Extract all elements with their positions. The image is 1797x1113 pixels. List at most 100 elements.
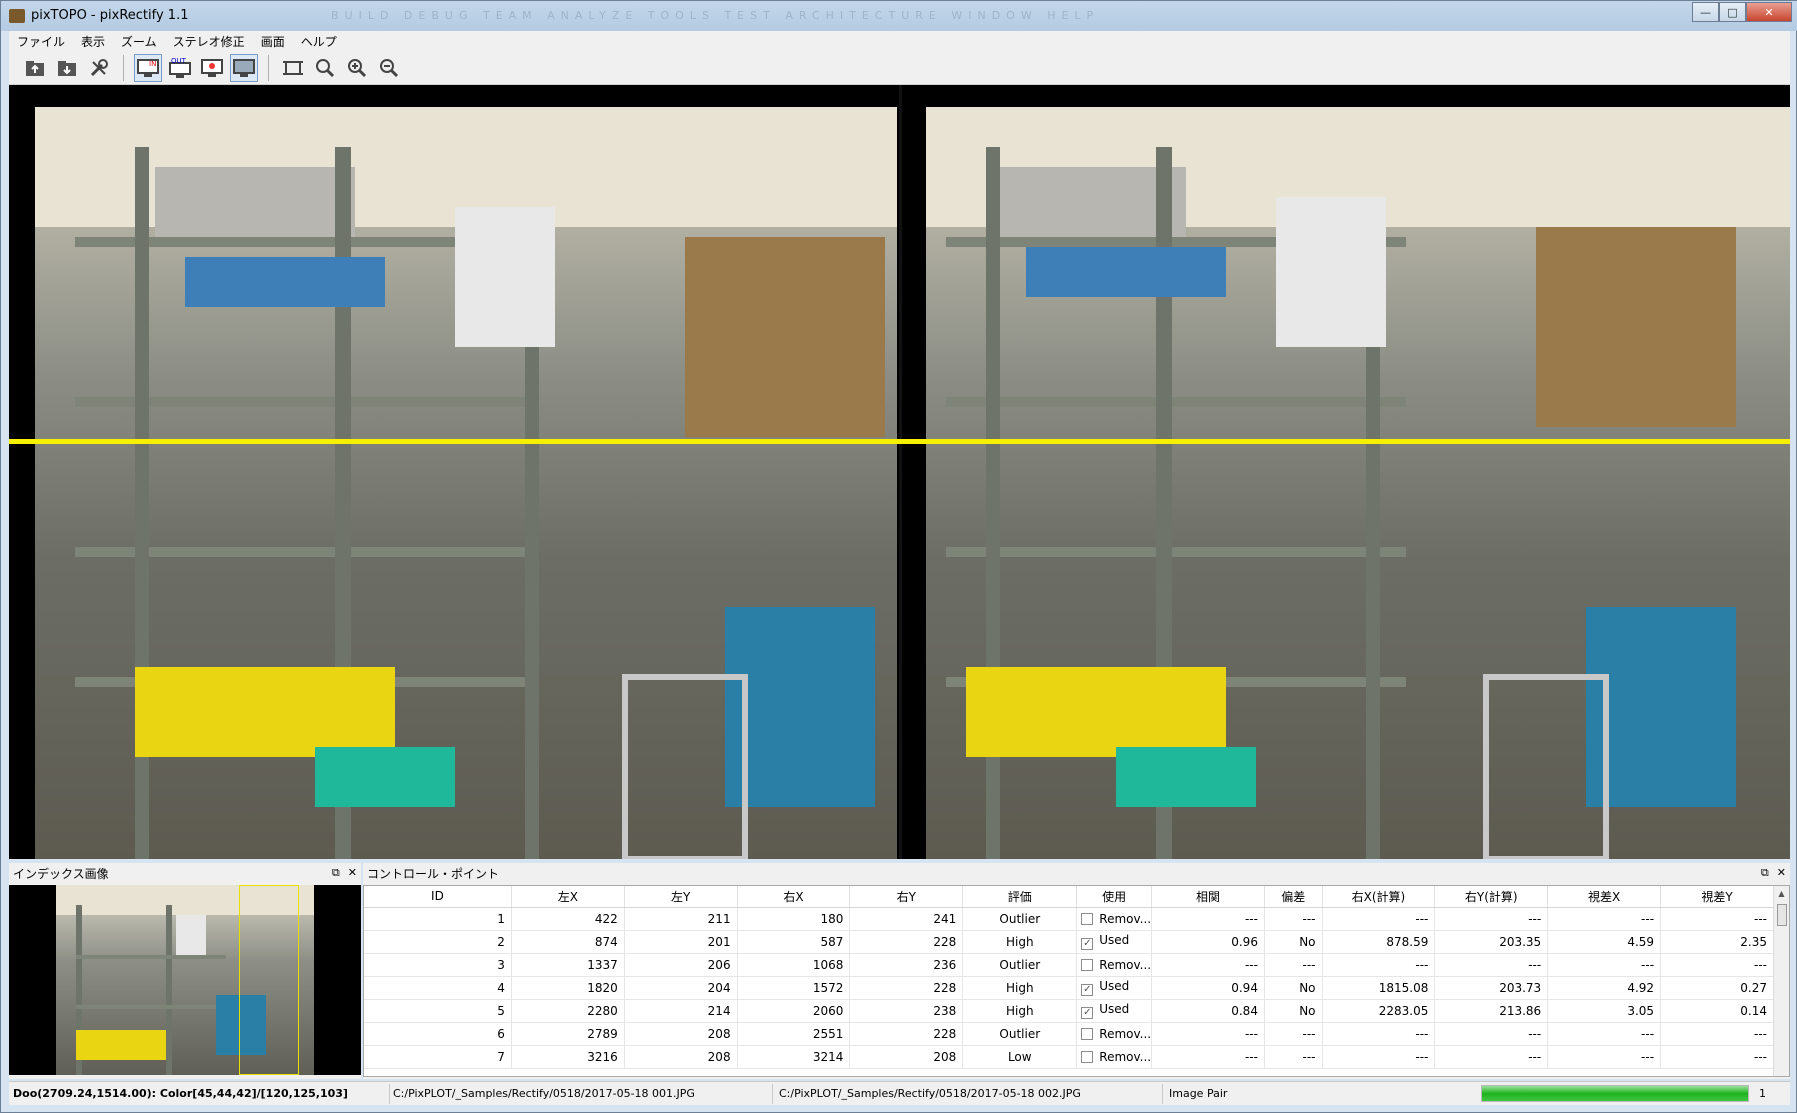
tools-icon[interactable]: [85, 54, 113, 82]
menu-file[interactable]: ファイル: [9, 33, 73, 50]
col-id[interactable]: ID: [364, 886, 512, 908]
float-panel-icon[interactable]: ⧉: [332, 866, 340, 880]
cell-px: ---: [1547, 907, 1662, 931]
cell-rating: High: [962, 976, 1078, 1000]
app-window: pixTOPO - pixRectify 1.1 BUILD DEBUG TEA…: [0, 0, 1797, 1113]
cell-py: ---: [1660, 953, 1774, 977]
col-left-x[interactable]: 左X: [511, 886, 625, 908]
menu-zoom[interactable]: ズーム: [113, 33, 165, 50]
col-deviation[interactable]: 偏差: [1264, 886, 1323, 908]
table-row[interactable]: 7 3216 208 3214 208 Low Remov... --- --- --- --- --…: [364, 1045, 1774, 1069]
use-checkbox[interactable]: ✓: [1081, 938, 1094, 950]
cell-py: ---: [1660, 1022, 1774, 1046]
input-view-icon[interactable]: IN: [134, 53, 162, 82]
cell-py: 0.14: [1660, 999, 1774, 1023]
use-checkbox[interactable]: ✓: [1081, 1007, 1094, 1019]
cell-dev: No: [1264, 930, 1323, 954]
table-row[interactable]: 3 1337 206 1068 236 Outlier Remov... --- --- --- -…: [364, 953, 1774, 977]
menu-help[interactable]: ヘルプ: [293, 33, 345, 50]
cell-rating: Outlier: [962, 1022, 1078, 1046]
col-right-x-calc[interactable]: 右X(計算): [1322, 886, 1436, 908]
col-correlation[interactable]: 相関: [1151, 886, 1265, 908]
left-image[interactable]: [35, 107, 897, 859]
col-parallax-x[interactable]: 視差X: [1547, 886, 1662, 908]
table-row[interactable]: 2 874 201 587 228 High ✓ Used 0.96 No 878.59 203.35…: [364, 930, 1774, 954]
scroll-thumb[interactable]: [1777, 904, 1787, 926]
cell-lx: 422: [511, 907, 625, 931]
menu-stereo-rectify[interactable]: ステレオ修正: [165, 33, 253, 50]
cell-rx: 587: [737, 930, 851, 954]
status-coords: Doo(2709.24,1514.00): Color[45,44,42]/[1…: [13, 1087, 348, 1100]
monitor-icon[interactable]: [230, 53, 258, 82]
close-panel-icon[interactable]: ✕: [348, 866, 357, 880]
index-thumbnail-area[interactable]: [9, 885, 361, 1075]
col-use[interactable]: 使用: [1076, 886, 1153, 908]
menu-screen[interactable]: 画面: [253, 33, 293, 50]
cell-ryc: 203.35: [1434, 930, 1549, 954]
float-panel-icon[interactable]: ⧉: [1761, 866, 1769, 880]
status-page: 1: [1759, 1087, 1766, 1100]
table-row[interactable]: 5 2280 214 2060 238 High ✓ Used 0.84 No 2283.05 213…: [364, 999, 1774, 1023]
zoom-out-icon[interactable]: [375, 54, 403, 82]
cell-ly: 208: [624, 1045, 738, 1069]
menu-view[interactable]: 表示: [73, 33, 113, 50]
minimize-button[interactable]: —: [1692, 2, 1719, 22]
use-checkbox[interactable]: [1081, 912, 1094, 925]
cell-ly: 201: [624, 930, 738, 954]
epipolar-line[interactable]: [9, 439, 1790, 444]
cell-ryc: ---: [1434, 1022, 1549, 1046]
image-divider: [899, 85, 902, 859]
open-folder-icon[interactable]: [21, 54, 49, 82]
cell-use_label[interactable]: ✓ Used: [1076, 976, 1153, 1000]
maximize-button[interactable]: □: [1719, 2, 1746, 22]
output-view-icon[interactable]: OUT: [166, 54, 194, 82]
cell-ryc: ---: [1434, 953, 1549, 977]
save-folder-icon[interactable]: [53, 54, 81, 82]
stereo-viewer[interactable]: [9, 85, 1790, 859]
table-scrollbar[interactable]: ▲: [1773, 886, 1789, 1076]
cell-dev: ---: [1264, 1045, 1323, 1069]
close-button[interactable]: ✕: [1746, 2, 1792, 22]
index-viewport-frame[interactable]: [239, 885, 299, 1075]
table-row[interactable]: 6 2789 208 2551 228 Outlier Remov... --- --- --- -…: [364, 1022, 1774, 1046]
use-checkbox[interactable]: [1081, 1050, 1094, 1063]
status-separator: [772, 1084, 773, 1104]
cell-use_label[interactable]: Remov...: [1076, 953, 1153, 977]
cell-ry: 228: [849, 1022, 964, 1046]
col-right-y-calc[interactable]: 右Y(計算): [1434, 886, 1549, 908]
cell-use_label[interactable]: ✓ Used: [1076, 999, 1153, 1023]
use-checkbox[interactable]: [1081, 958, 1094, 971]
right-image[interactable]: [926, 107, 1790, 859]
cell-rxc: ---: [1322, 953, 1436, 977]
table-row[interactable]: 4 1820 204 1572 228 High ✓ Used 0.94 No 1815.08 203…: [364, 976, 1774, 1000]
control-points-table[interactable]: ID 左X 左Y 右X 右Y 評価 使用 相関 偏差 右X(計算) 右Y(計算)…: [363, 885, 1790, 1077]
cell-use_label[interactable]: Remov...: [1076, 907, 1153, 931]
cell-dev: ---: [1264, 1022, 1323, 1046]
cell-lx: 2280: [511, 999, 625, 1023]
use-checkbox[interactable]: [1081, 1027, 1094, 1040]
cell-rating: High: [962, 930, 1078, 954]
cell-use_label[interactable]: ✓ Used: [1076, 930, 1153, 954]
status-mode: Image Pair: [1169, 1087, 1228, 1100]
table-row[interactable]: 1 422 211 180 241 Outlier Remov... --- --- --- ---…: [364, 907, 1774, 931]
fit-to-window-icon[interactable]: [279, 54, 307, 82]
cell-ly: 206: [624, 953, 738, 977]
use-label: Used: [1099, 979, 1130, 993]
col-parallax-y[interactable]: 視差Y: [1660, 886, 1774, 908]
zoom-actual-size-icon[interactable]: [311, 54, 339, 82]
col-left-y[interactable]: 左Y: [624, 886, 738, 908]
close-panel-icon[interactable]: ✕: [1777, 866, 1786, 880]
cell-use_label[interactable]: Remov...: [1076, 1045, 1153, 1069]
zoom-in-icon[interactable]: [343, 54, 371, 82]
use-label: Remov...: [1099, 911, 1152, 926]
scroll-up-icon[interactable]: ▲: [1774, 886, 1789, 902]
use-checkbox[interactable]: ✓: [1081, 984, 1094, 996]
col-right-y[interactable]: 右Y: [849, 886, 964, 908]
cell-ryc: 213.86: [1434, 999, 1549, 1023]
col-rating[interactable]: 評価: [962, 886, 1078, 908]
cell-use_label[interactable]: Remov...: [1076, 1022, 1153, 1046]
col-right-x[interactable]: 右X: [737, 886, 851, 908]
cell-corr: ---: [1151, 907, 1265, 931]
stereo-display-icon[interactable]: [198, 54, 226, 82]
cell-ly: 208: [624, 1022, 738, 1046]
